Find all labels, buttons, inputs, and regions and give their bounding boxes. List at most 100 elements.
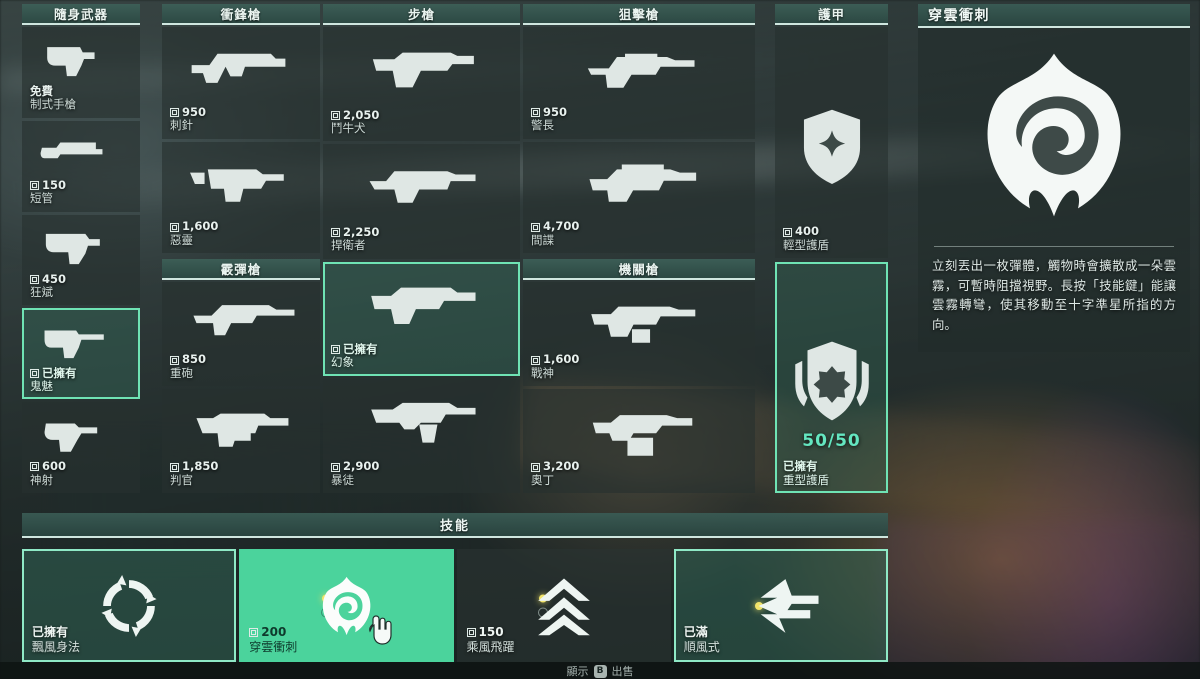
weapon-name: 奧丁 bbox=[531, 472, 554, 487]
weapon-meta: 450 狂斌 bbox=[30, 272, 66, 300]
skill-price-value: 已滿 bbox=[683, 625, 708, 640]
credit-icon bbox=[331, 110, 340, 120]
skill-cell-cloudburst-icon[interactable]: 200 穿雲衝刺 bbox=[239, 549, 454, 662]
smg-spectre-icon bbox=[162, 150, 320, 215]
weapon-price-value: 600 bbox=[42, 459, 67, 474]
shotgun-shorty-icon bbox=[22, 128, 140, 181]
weapon-cell-rifle-guardian[interactable]: 2,250 捍衛者 bbox=[323, 144, 520, 259]
weapon-meta: 150 短管 bbox=[30, 178, 66, 206]
weapon-cell-lmg-odin[interactable]: 3,200 奧丁 bbox=[523, 389, 755, 493]
skill-meta: 已擁有 飄風身法 bbox=[32, 625, 80, 654]
weapon-meta: 950 刺針 bbox=[170, 105, 206, 133]
weapon-cell-smg-stinger[interactable]: 950 刺針 bbox=[162, 27, 320, 139]
skill-price: 200 bbox=[249, 625, 297, 639]
weapon-price-value: 2,900 bbox=[343, 459, 380, 474]
ability-description: 立刻丟出一枚彈體，觸物時會擴散成一朵雲霧，可暫時阻擋視野。長按「技能鍵」能讓雲霧… bbox=[932, 258, 1176, 332]
armor-cell-light-shield-icon[interactable]: 400 輕型護盾 bbox=[775, 27, 888, 258]
weapon-meta: 850 重砲 bbox=[170, 353, 206, 380]
armor-meta: 已擁有 重型護盾 bbox=[783, 460, 829, 487]
weapon-cell-rifle-bulldog[interactable]: 2,050 鬥牛犬 bbox=[323, 27, 520, 142]
sniper-operator-icon bbox=[523, 150, 755, 215]
rifle-guardian-icon bbox=[323, 153, 520, 219]
weapon-cell-revolver-sheriff[interactable]: 600 神射 bbox=[22, 402, 140, 493]
armor-cell-heavy-shield-icon[interactable]: 50/50 已擁有 重型護盾 bbox=[775, 262, 888, 493]
armor-name: 輕型護盾 bbox=[783, 237, 829, 252]
column-header-armor: 護甲 bbox=[775, 4, 888, 25]
credit-icon bbox=[30, 181, 39, 191]
column-header-snipers: 狙擊槍 bbox=[523, 4, 755, 25]
smg-stinger-icon bbox=[162, 36, 320, 101]
weapon-cell-pistol-frenzy[interactable]: 450 狂斌 bbox=[22, 214, 140, 306]
weapon-price-value: 1,600 bbox=[543, 352, 580, 367]
lmg-odin-icon bbox=[523, 397, 755, 457]
weapon-meta: 3,200 奧丁 bbox=[531, 460, 579, 487]
weapon-price: 600 bbox=[30, 459, 67, 474]
column-smgs: 950 刺針 1,600 惡靈 bbox=[162, 27, 320, 253]
skill-meta: 200 穿雲衝刺 bbox=[249, 625, 297, 654]
credit-icon bbox=[30, 462, 39, 472]
credit-icon bbox=[170, 222, 179, 232]
ability-detail-title: 穿雲衝刺 bbox=[918, 4, 1190, 28]
skill-name: 乘風飛躍 bbox=[466, 639, 515, 654]
weapon-cell-shotgun-shorty[interactable]: 150 短管 bbox=[22, 120, 140, 212]
weapon-cell-rifle-phantom[interactable]: 已擁有 幻象 bbox=[323, 261, 520, 376]
weapon-meta: 950 警長 bbox=[531, 105, 567, 133]
credit-icon bbox=[531, 355, 540, 365]
skills-row: 已擁有 飄風身法 200 穿雲衝刺 150 乘風飛躍 已滿 順風式 bbox=[22, 549, 888, 662]
armor-price-value: 400 bbox=[795, 224, 820, 239]
weapon-meta: 已擁有 鬼魅 bbox=[30, 365, 77, 394]
weapon-price: 2,050 bbox=[331, 108, 379, 122]
weapon-price: 已擁有 bbox=[30, 365, 77, 380]
credit-icon bbox=[30, 274, 39, 284]
heavy-shield-icon bbox=[775, 331, 888, 433]
column-shotguns: 850 重砲 1,850 判官 bbox=[162, 282, 320, 493]
credit-icon bbox=[331, 345, 340, 355]
footer-hint-key: B bbox=[593, 664, 607, 678]
weapon-name: 鬼魅 bbox=[30, 378, 53, 393]
weapon-cell-shotgun-judge[interactable]: 1,850 判官 bbox=[162, 389, 320, 493]
weapon-price: 2,900 bbox=[331, 460, 379, 473]
weapon-cell-lmg-ares[interactable]: 1,600 戰神 bbox=[523, 282, 755, 386]
weapon-name: 重砲 bbox=[170, 365, 193, 380]
rifle-vandal-icon bbox=[323, 388, 520, 454]
weapon-meta: 4,700 間諜 bbox=[531, 220, 579, 247]
weapon-meta: 1,600 戰神 bbox=[531, 353, 579, 380]
credit-icon bbox=[466, 627, 476, 637]
weapon-cell-sniper-operator[interactable]: 4,700 間諜 bbox=[523, 141, 755, 253]
weapon-price: 1,600 bbox=[170, 220, 218, 233]
weapon-cell-pistol-ghost[interactable]: 已擁有 鬼魅 bbox=[22, 308, 140, 400]
weapon-name: 幻象 bbox=[331, 355, 354, 370]
weapon-meta: 免費 制式手槍 bbox=[30, 84, 76, 112]
column-header-sidearms: 隨身武器 bbox=[22, 4, 140, 25]
armor-price: 400 bbox=[783, 225, 829, 238]
skill-cell-updraft-icon[interactable]: 150 乘風飛躍 bbox=[456, 549, 671, 662]
weapon-meta: 1,850 判官 bbox=[170, 460, 218, 487]
skill-cell-bladestorm-icon[interactable]: 已滿 順風式 bbox=[673, 549, 888, 662]
skill-name: 飄風身法 bbox=[32, 639, 81, 654]
column-sidearms: 免費 制式手槍 150 短管 450 狂斌已擁有 鬼魅 600 神射 bbox=[22, 27, 140, 493]
weapon-name: 鬥牛犬 bbox=[331, 120, 366, 135]
skill-cell-tailwind-icon[interactable]: 已擁有 飄風身法 bbox=[22, 549, 237, 662]
weapon-meta: 600 神射 bbox=[30, 459, 67, 487]
weapon-cell-pistol-classic[interactable]: 免費 制式手槍 bbox=[22, 27, 140, 118]
skill-price: 已擁有 bbox=[32, 625, 80, 639]
weapon-meta: 2,900 暴徒 bbox=[331, 460, 379, 487]
credit-icon bbox=[531, 222, 540, 232]
skill-name: 順風式 bbox=[683, 639, 720, 654]
weapon-cell-sniper-marshal[interactable]: 950 警長 bbox=[523, 27, 755, 139]
weapon-name: 狂斌 bbox=[30, 285, 53, 300]
weapon-price: 1,600 bbox=[531, 353, 579, 366]
credit-icon bbox=[331, 228, 340, 237]
weapon-cell-smg-spectre[interactable]: 1,600 惡靈 bbox=[162, 141, 320, 253]
weapon-cell-shotgun-bucky[interactable]: 850 重砲 bbox=[162, 282, 320, 386]
weapon-meta: 已擁有 幻象 bbox=[331, 342, 378, 370]
credit-icon bbox=[531, 108, 540, 117]
skill-meta: 已滿 順風式 bbox=[684, 625, 720, 654]
credit-icon bbox=[531, 462, 540, 472]
weapon-price-value: 1,600 bbox=[182, 219, 219, 234]
weapon-cell-rifle-vandal[interactable]: 2,900 暴徒 bbox=[323, 378, 520, 493]
weapon-price-value: 已擁有 bbox=[42, 365, 77, 380]
weapon-name: 警長 bbox=[531, 118, 554, 133]
skill-price: 150 bbox=[466, 625, 515, 639]
armor-price: 已擁有 bbox=[783, 460, 829, 474]
